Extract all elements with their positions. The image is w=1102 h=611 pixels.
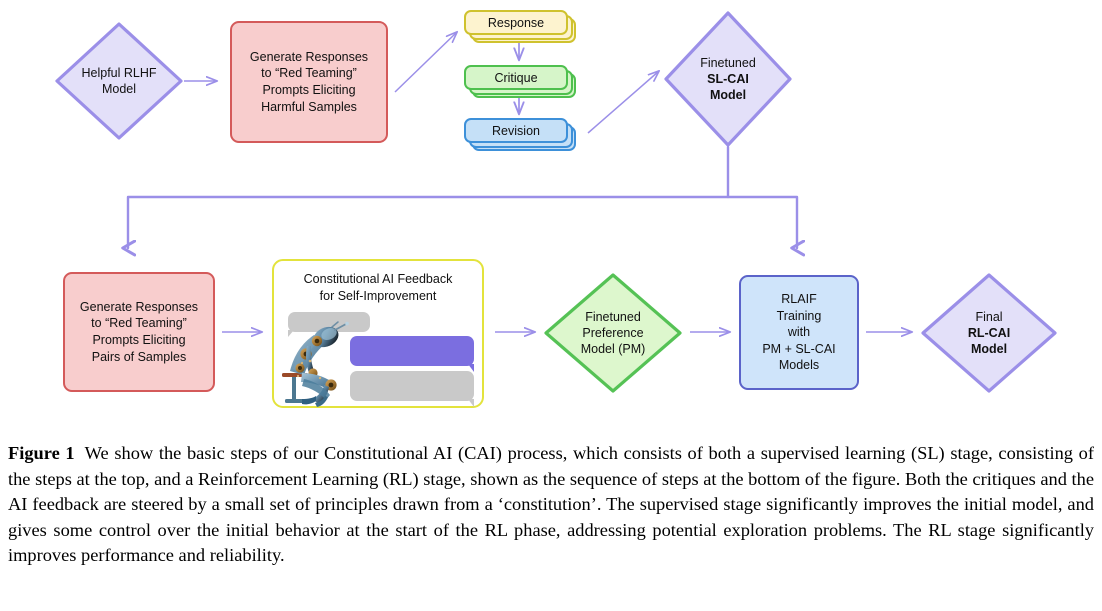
gray-bubble-bottom-tail — [468, 399, 474, 407]
label-line: Model (PM) — [580, 342, 646, 356]
node-label: Finetuned SL-CAI Model — [663, 10, 793, 148]
title-line: Constitutional AI Feedback — [303, 272, 453, 286]
label-line: with — [787, 325, 811, 340]
label-line: Final — [975, 310, 1003, 324]
thinker-robot-icon — [282, 321, 349, 407]
label-line: Preference — [582, 326, 644, 340]
label-line: SL-CAI — [707, 72, 749, 86]
card-front: Revision — [464, 118, 568, 143]
figure-caption-label: Figure 1 — [8, 443, 75, 463]
label-line: Model — [709, 88, 747, 102]
node-critique-card-stack[interactable]: Critique — [464, 65, 582, 101]
node-generate-harmful-responses[interactable]: Generate Responses to “Red Teaming” Prom… — [230, 21, 388, 143]
node-response-card-stack[interactable]: Response — [464, 10, 582, 46]
label-line: Harmful Samples — [261, 99, 357, 114]
card-front: Critique — [464, 65, 568, 90]
arrow-revision-to-slcai — [587, 71, 659, 134]
node-revision-card-stack[interactable]: Revision — [464, 118, 582, 154]
card-front: Response — [464, 10, 568, 35]
label-line: Prompts Eliciting — [92, 333, 186, 347]
label-line: to “Red Teaming” — [261, 66, 357, 81]
label-line: Generate Responses — [79, 299, 199, 314]
node-final-rl-cai-model[interactable]: Final RL-CAI Model — [920, 272, 1058, 394]
label-line: Models — [778, 358, 820, 373]
figure-caption-text: We show the basic steps of our Constitut… — [8, 443, 1094, 566]
label-line: Model — [101, 82, 137, 96]
node-finetuned-preference-model[interactable]: Finetuned Preference Model (PM) — [543, 272, 683, 394]
wire-slcai-to-generate-pairs — [128, 145, 730, 248]
figure-caption: Figure 1 We show the basic steps of our C… — [8, 441, 1094, 569]
label-line: Generate Responses — [249, 49, 369, 64]
cai-feedback-title: Constitutional AI Feedback for Self-Impr… — [280, 271, 476, 305]
title-line: for Self-Improvement — [319, 288, 437, 303]
purple-bubble — [350, 336, 474, 366]
label-line: Training — [776, 308, 822, 323]
wire-slcai-to-rlaif — [726, 195, 797, 248]
label-line: Helpful RLHF — [81, 66, 157, 80]
node-generate-pairs-responses[interactable]: Generate Responses to “Red Teaming” Prom… — [63, 272, 215, 392]
label-line: RL-CAI — [967, 326, 1011, 340]
figure-diagram: Helpful RLHF Model Generate Responses to… — [0, 0, 1102, 432]
node-label: Finetuned Preference Model (PM) — [543, 272, 683, 394]
label-line: Prompts Eliciting — [262, 83, 356, 97]
label-line: RLAIF — [781, 291, 817, 306]
gray-bubble-bottom — [350, 371, 474, 401]
label-line: Finetuned — [700, 56, 756, 70]
node-label: Final RL-CAI Model — [920, 272, 1058, 394]
arrow-generate-to-response — [394, 32, 457, 93]
node-helpful-rlhf-model[interactable]: Helpful RLHF Model — [54, 21, 184, 141]
node-constitutional-ai-feedback[interactable]: Constitutional AI Feedback for Self-Impr… — [272, 259, 484, 408]
label-line: Pairs of Samples — [91, 349, 187, 364]
label-line: PM + SL-CAI — [762, 341, 836, 356]
node-label: Helpful RLHF Model — [54, 21, 184, 141]
label-line: to “Red Teaming” — [91, 316, 187, 331]
label-line: Finetuned — [585, 310, 641, 324]
node-finetuned-sl-cai-model[interactable]: Finetuned SL-CAI Model — [663, 10, 793, 148]
label-line: Model — [970, 342, 1008, 356]
node-rlaif-training[interactable]: RLAIF Training with PM + SL-CAI Models — [739, 275, 859, 390]
